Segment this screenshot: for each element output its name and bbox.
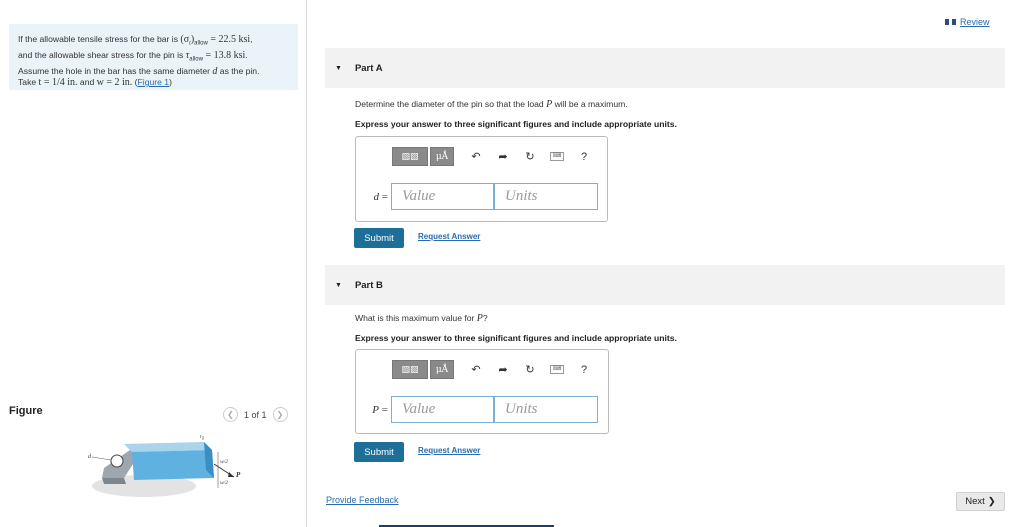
answer-row: P = Value Units <box>362 396 598 423</box>
reset-icon[interactable]: ↻ <box>523 150 537 163</box>
sigma-symbol: (σ <box>180 34 190 45</box>
part-b-answer-box: ▧▨ μÅ ↶ ➦ ↻ ⌨ ? P = Value Units <box>355 349 609 434</box>
next-button[interactable]: Next ❯ <box>956 492 1005 511</box>
math-toolbar: ▧▨ μÅ ↶ ➦ ↻ ⌨ ? <box>392 147 591 166</box>
help-icon[interactable]: ? <box>577 151 591 163</box>
part-b-question: What is this maximum value for P? <box>355 313 488 324</box>
value-input[interactable]: Value <box>391 396 494 423</box>
keyboard-icon[interactable]: ⌨ <box>550 152 564 161</box>
problem-text: Assume the hole in the bar has the same … <box>18 65 213 76</box>
units-input[interactable]: Units <box>494 396 598 423</box>
part-b-label: Part B <box>354 279 383 291</box>
problem-text: , <box>250 34 253 44</box>
figure-navigation: ❮ 1 of 1 ❯ <box>223 406 288 423</box>
figure-counter: 1 of 1 <box>244 409 267 420</box>
fig-label-w-half-bottom: w/2 <box>220 480 228 486</box>
units-input[interactable]: Units <box>494 183 598 210</box>
part-a-answer-box: ▧▨ μÅ ↶ ➦ ↻ ⌨ ? d = Value Units <box>355 136 608 222</box>
answer-variable-label: P = <box>362 404 388 416</box>
problem-text: Take <box>18 77 39 88</box>
part-b-instructions: Express your answer to three significant… <box>355 333 677 343</box>
part-a-question: Determine the diameter of the pin so tha… <box>355 99 628 110</box>
value-input[interactable]: Value <box>391 183 494 210</box>
answer-variable-label: d = <box>362 191 388 203</box>
part-b-header[interactable]: ▼ Part B <box>325 265 1005 305</box>
redo-icon[interactable]: ➦ <box>496 150 510 163</box>
provide-feedback-link[interactable]: Provide Feedback <box>326 495 399 505</box>
answer-row: d = Value Units <box>362 183 598 210</box>
next-label: Next <box>965 496 985 507</box>
part-b-submit-button[interactable]: Submit <box>354 442 404 462</box>
templates-button[interactable]: ▧▨ <box>392 147 428 166</box>
review-icon <box>945 19 956 25</box>
undo-icon[interactable]: ↶ <box>469 150 483 163</box>
collapse-triangle-icon: ▼ <box>335 64 342 72</box>
figure-link[interactable]: Figure 1 <box>138 77 170 87</box>
next-figure-button[interactable]: ❯ <box>272 407 288 422</box>
fig-label-t: t <box>200 435 202 440</box>
math-toolbar: ▧▨ μÅ ↶ ➦ ↻ ⌨ ? <box>392 360 591 379</box>
problem-text: If the allowable tensile stress for the … <box>18 34 181 44</box>
w-value: w = 2 in. <box>96 77 133 89</box>
part-a-request-answer-link[interactable]: Request Answer <box>418 232 480 241</box>
undo-icon[interactable]: ↶ <box>469 363 483 376</box>
equals-sign: = <box>379 190 388 203</box>
subscript-allow: allow <box>189 56 203 63</box>
question-text: will be a maximum. <box>552 99 628 109</box>
problem-text: as the pin. <box>217 65 260 76</box>
review-label: Review <box>960 17 990 27</box>
units-symbols-button[interactable]: μÅ <box>430 147 454 166</box>
part-a-header[interactable]: ▼ Part A <box>325 48 1005 88</box>
problem-text: . <box>245 49 248 60</box>
question-text: What is this maximum value for <box>355 313 477 323</box>
part-a-instructions: Express your answer to three significant… <box>355 119 677 129</box>
problem-text: and <box>77 77 97 88</box>
collapse-triangle-icon: ▼ <box>335 281 342 289</box>
tensile-stress-value: = 22.5 ksi <box>207 34 251 45</box>
figure-title: Figure <box>9 405 43 417</box>
shear-stress-value: = 13.8 ksi <box>202 49 246 61</box>
subscript-allow: allow <box>194 40 208 47</box>
fig-label-d: d <box>88 454 92 460</box>
figure-image[interactable]: t d w/2 w/2 P <box>84 430 254 502</box>
fig-label-w-half-top: w/2 <box>220 459 228 465</box>
left-pane: If the allowable tensile stress for the … <box>0 0 307 527</box>
reset-icon[interactable]: ↻ <box>523 363 537 376</box>
help-icon[interactable]: ? <box>577 364 591 376</box>
keyboard-icon[interactable]: ⌨ <box>550 365 564 374</box>
problem-text: and the allowable shear stress for the p… <box>18 49 186 60</box>
redo-icon[interactable]: ➦ <box>496 363 510 376</box>
review-link[interactable]: Review <box>945 17 990 27</box>
part-a-submit-button[interactable]: Submit <box>354 228 404 248</box>
problem-statement: If the allowable tensile stress for the … <box>9 24 298 90</box>
part-b-request-answer-link[interactable]: Request Answer <box>418 446 480 455</box>
units-symbols-button[interactable]: μÅ <box>430 360 454 379</box>
prev-figure-button[interactable]: ❮ <box>223 407 238 422</box>
question-text: ? <box>482 313 488 323</box>
fig-label-P: P <box>236 471 241 479</box>
equals-sign: = <box>379 403 388 416</box>
question-text: Determine the diameter of the pin so tha… <box>355 99 547 109</box>
problem-text: ) <box>169 77 172 88</box>
templates-button[interactable]: ▧▨ <box>392 360 428 379</box>
t-value: t = 1/4 in. <box>38 77 78 89</box>
chevron-right-icon: ❯ <box>987 496 996 507</box>
part-a-label: Part A <box>354 62 383 74</box>
